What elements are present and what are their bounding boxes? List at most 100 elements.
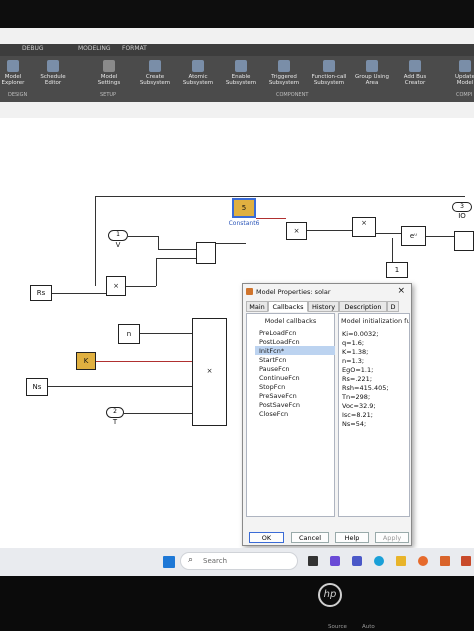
edge-icon[interactable]	[374, 556, 384, 566]
product-sign: ×	[206, 367, 213, 375]
init-code-editor[interactable]: Model initialization fu Ki=0.0032; q=1.6…	[338, 313, 410, 517]
apply-button[interactable]: Apply	[375, 532, 409, 543]
tab-callbacks[interactable]: Callbacks	[268, 301, 308, 312]
divide-block[interactable]: ×	[352, 217, 376, 237]
dialog-titlebar[interactable]: Model Properties: solar ×	[243, 284, 411, 300]
teams-work-icon[interactable]	[352, 556, 362, 566]
ns-block[interactable]: Ns	[26, 378, 48, 396]
tab-modeling[interactable]: MODELING	[78, 45, 111, 52]
constant6-value: 5	[241, 204, 247, 212]
ns-label: Ns	[32, 383, 42, 391]
help-button[interactable]: Help	[335, 532, 369, 543]
tab-history[interactable]: History	[308, 301, 339, 312]
model-explorer-button[interactable]: Model Explorer	[0, 60, 32, 86]
code-line: Ns=54;	[342, 420, 367, 428]
tab-debug[interactable]: DEBUG	[22, 45, 44, 52]
add-bus-creator-button[interactable]: Add Bus Creator	[396, 60, 434, 86]
ok-button[interactable]: OK	[249, 532, 284, 543]
tab-data[interactable]: D	[387, 301, 399, 312]
gear-icon	[103, 60, 115, 72]
group-using-area-button[interactable]: Group Using Area	[353, 60, 391, 86]
sum-block-2[interactable]	[454, 231, 474, 251]
schedule-editor-button[interactable]: Schedule Editor	[34, 60, 72, 86]
k-block[interactable]: K	[76, 352, 96, 370]
matlab-icon	[246, 288, 253, 295]
section-design: DESIGN	[8, 92, 28, 98]
inport-v[interactable]: 1	[108, 230, 128, 241]
app-taskbar-icon[interactable]	[461, 556, 471, 566]
code-line: Rsh=415.405;	[342, 384, 389, 392]
ribbon-tab-strip: DEBUG MODELING FORMAT	[0, 44, 474, 56]
search-placeholder: Search	[203, 557, 228, 565]
constant6-block[interactable]: 5	[232, 198, 256, 218]
product-block-1[interactable]: ×	[286, 222, 307, 240]
rs-label: Rs	[36, 289, 46, 297]
callback-postloadfcn[interactable]: PostLoadFcn	[259, 338, 300, 346]
windows-start-icon[interactable]	[163, 556, 175, 568]
wire	[140, 333, 192, 334]
inport-t-label: T	[112, 418, 118, 426]
cancel-button[interactable]: Cancel	[291, 532, 329, 543]
inport-v-label: V	[115, 241, 121, 249]
code-line: Ki=0.0032;	[342, 330, 379, 338]
wire	[376, 233, 401, 234]
update-model-button[interactable]: Update Model	[446, 60, 474, 86]
wire	[426, 236, 454, 237]
sum-block[interactable]	[196, 242, 216, 264]
section-compile: COMPI	[456, 92, 473, 98]
callback-pausefcn[interactable]: PauseFcn	[259, 365, 290, 373]
callback-stopfcn[interactable]: StopFcn	[259, 383, 285, 391]
function-call-subsystem-button[interactable]: Function-call Subsystem	[310, 60, 348, 86]
n-block[interactable]: n	[118, 324, 140, 344]
taskbar-search-box[interactable]: ⌕ Search	[180, 552, 298, 570]
firefox-icon[interactable]	[418, 556, 428, 566]
close-button[interactable]: ×	[397, 286, 405, 296]
task-view-icon[interactable]	[308, 556, 318, 566]
model-settings-button[interactable]: Model Settings	[90, 60, 128, 86]
atomic-subsystem-button[interactable]: Atomic Subsystem	[179, 60, 217, 86]
wire	[95, 196, 96, 286]
constant-one-block[interactable]: 1	[386, 262, 408, 278]
create-subsystem-button[interactable]: Create Subsystem	[136, 60, 174, 86]
product-block-2[interactable]: ×	[106, 276, 126, 296]
constant6-label: Constant6	[228, 220, 260, 227]
code-line: n=1.3;	[342, 357, 365, 365]
inport-t[interactable]: 2	[106, 407, 124, 418]
callback-preloadfcn[interactable]: PreLoadFcn	[259, 329, 296, 337]
enable-subsystem-button[interactable]: Enable Subsystem	[222, 60, 260, 86]
create-subsystem-icon	[149, 60, 161, 72]
callback-postsavefcn[interactable]: PostSaveFcn	[259, 401, 300, 409]
wire	[48, 386, 192, 387]
tab-format[interactable]: FORMAT	[122, 45, 147, 52]
product-block-large[interactable]: ×	[192, 318, 227, 426]
callback-startfcn[interactable]: StartFcn	[259, 356, 286, 364]
wire	[95, 196, 465, 197]
wire	[216, 243, 246, 244]
section-component: COMPONENT	[276, 92, 309, 98]
exp-block[interactable]: eᵘ	[401, 226, 426, 246]
tab-description[interactable]: Description	[339, 301, 387, 312]
triggered-subsystem-button[interactable]: Triggered Subsystem	[265, 60, 303, 86]
group-area-icon	[366, 60, 378, 72]
model-settings-label: Model Settings	[97, 74, 121, 86]
code-line: q=1.6;	[342, 339, 365, 347]
callback-initfcn[interactable]: InitFcn*	[259, 347, 284, 355]
section-setup: SETUP	[100, 92, 117, 98]
callback-closefcn[interactable]: CloseFcn	[259, 410, 288, 418]
atomic-subsystem-icon	[192, 60, 204, 72]
schedule-editor-icon	[47, 60, 59, 72]
product-sign: ×	[293, 227, 300, 235]
tab-main[interactable]: Main	[246, 301, 268, 312]
outport-io[interactable]: 3	[452, 202, 472, 212]
teams-icon[interactable]	[330, 556, 340, 566]
callback-presavefcn[interactable]: PreSaveFcn	[259, 392, 297, 400]
matlab-taskbar-icon[interactable]	[440, 556, 450, 566]
bus-creator-icon	[409, 60, 421, 72]
callback-continuefcn[interactable]: ContinueFcn	[259, 374, 300, 382]
add-bus-creator-label: Add Bus Creator	[403, 74, 427, 86]
file-explorer-icon[interactable]	[396, 556, 406, 566]
wire	[158, 249, 198, 250]
rs-block[interactable]: Rs	[30, 285, 52, 301]
code-header: Model initialization fu	[341, 317, 410, 325]
update-model-label: Update Model	[455, 74, 474, 86]
